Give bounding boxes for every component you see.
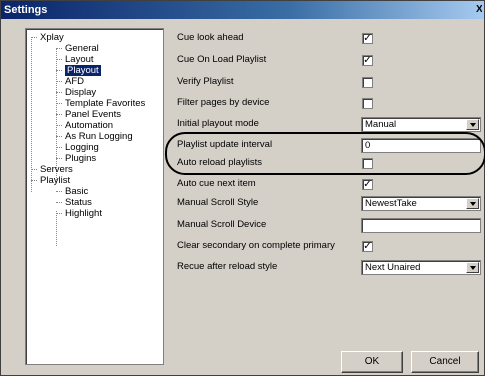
verify-playlist-checkbox[interactable] (362, 77, 373, 88)
tree-item-label: General (65, 43, 99, 54)
tree-item-as-run-logging[interactable]: As Run Logging (56, 131, 133, 142)
tree-item-xplay[interactable]: Xplay (31, 32, 64, 43)
chevron-down-icon[interactable] (466, 262, 479, 273)
cue-look-ahead-label: Cue look ahead (177, 32, 244, 43)
cue-on-load-playlist-checkbox[interactable]: ✓ (362, 55, 373, 66)
tree-item-playlist[interactable]: Playlist (31, 175, 70, 186)
window-title: Settings (4, 4, 48, 16)
chevron-down-icon[interactable] (466, 119, 479, 130)
tree-item-automation[interactable]: Automation (56, 120, 113, 131)
filter-pages-label: Filter pages by device (177, 97, 270, 108)
tree-item-label: Playout (65, 65, 101, 76)
auto-reload-playlists-checkbox[interactable] (362, 158, 373, 169)
settings-tree[interactable]: Xplay General Layout Playout AFD Display… (25, 28, 164, 365)
tree-item-status[interactable]: Status (56, 197, 92, 208)
initial-playout-mode-value: Manual (365, 119, 397, 130)
playlist-update-interval-label: Playlist update interval (177, 139, 273, 150)
ok-button[interactable]: OK (341, 351, 403, 373)
tree-item-label: Basic (65, 186, 89, 197)
tree-item-label: Playlist (40, 175, 71, 186)
auto-cue-next-item-checkbox[interactable]: ✓ (362, 179, 373, 190)
tree-item-label: Display (65, 87, 97, 98)
tree-item-plugins[interactable]: Plugins (56, 153, 96, 164)
clear-secondary-label: Clear secondary on complete primary (177, 240, 335, 251)
manual-scroll-style-select[interactable]: NewestTake (361, 196, 481, 211)
manual-scroll-device-input[interactable] (361, 218, 481, 233)
playlist-update-interval-input[interactable]: 0 (361, 138, 481, 153)
manual-scroll-style-label: Manual Scroll Style (177, 197, 259, 208)
tree-item-label: Xplay (40, 32, 64, 43)
clear-secondary-checkbox[interactable]: ✓ (362, 241, 373, 252)
verify-playlist-label: Verify Playlist (177, 76, 234, 87)
recue-after-reload-label: Recue after reload style (177, 261, 278, 272)
tree-item-afd[interactable]: AFD (56, 76, 84, 87)
tree-item-label: Logging (65, 142, 99, 153)
tree-item-label: Template Favorites (65, 98, 146, 109)
filter-pages-checkbox[interactable] (362, 98, 373, 109)
cue-look-ahead-checkbox[interactable]: ✓ (362, 33, 373, 44)
tree-item-template-favorites[interactable]: Template Favorites (56, 98, 145, 109)
title-bar: Settings X (1, 1, 484, 19)
tree-item-logging[interactable]: Logging (56, 142, 99, 153)
tree-item-label: Servers (40, 164, 73, 175)
tree-item-general[interactable]: General (56, 43, 99, 54)
tree-item-label: Layout (65, 54, 94, 65)
chevron-down-icon[interactable] (466, 198, 479, 209)
tree-item-panel-events[interactable]: Panel Events (56, 109, 121, 120)
tree-item-servers[interactable]: Servers (31, 164, 73, 175)
tree-item-display[interactable]: Display (56, 87, 96, 98)
tree-item-playout[interactable]: Playout (56, 65, 101, 76)
tree-item-label: Plugins (65, 153, 97, 164)
tree-item-basic[interactable]: Basic (56, 186, 88, 197)
settings-dialog: Settings X Xplay General Layout Playout … (0, 0, 485, 376)
tree-item-label: Automation (65, 120, 114, 131)
tree-item-layout[interactable]: Layout (56, 54, 94, 65)
tree-item-label: AFD (65, 76, 84, 87)
manual-scroll-device-label: Manual Scroll Device (177, 219, 267, 230)
initial-playout-mode-select[interactable]: Manual (361, 117, 481, 132)
initial-playout-mode-label: Initial playout mode (177, 118, 259, 129)
manual-scroll-style-value: NewestTake (365, 198, 417, 209)
cancel-button[interactable]: Cancel (411, 351, 479, 373)
tree-item-label: As Run Logging (65, 131, 133, 142)
auto-reload-playlists-label: Auto reload playlists (177, 157, 263, 168)
tree-item-label: Status (65, 197, 92, 208)
recue-after-reload-value: Next Unaired (365, 262, 421, 273)
close-icon[interactable]: X (476, 3, 482, 17)
cue-on-load-playlist-label: Cue On Load Playlist (177, 54, 267, 65)
tree-item-highlight[interactable]: Highlight (56, 208, 102, 219)
auto-cue-next-item-label: Auto cue next item (177, 178, 256, 189)
recue-after-reload-select[interactable]: Next Unaired (361, 260, 481, 275)
tree-item-label: Highlight (65, 208, 102, 219)
tree-item-label: Panel Events (65, 109, 121, 120)
